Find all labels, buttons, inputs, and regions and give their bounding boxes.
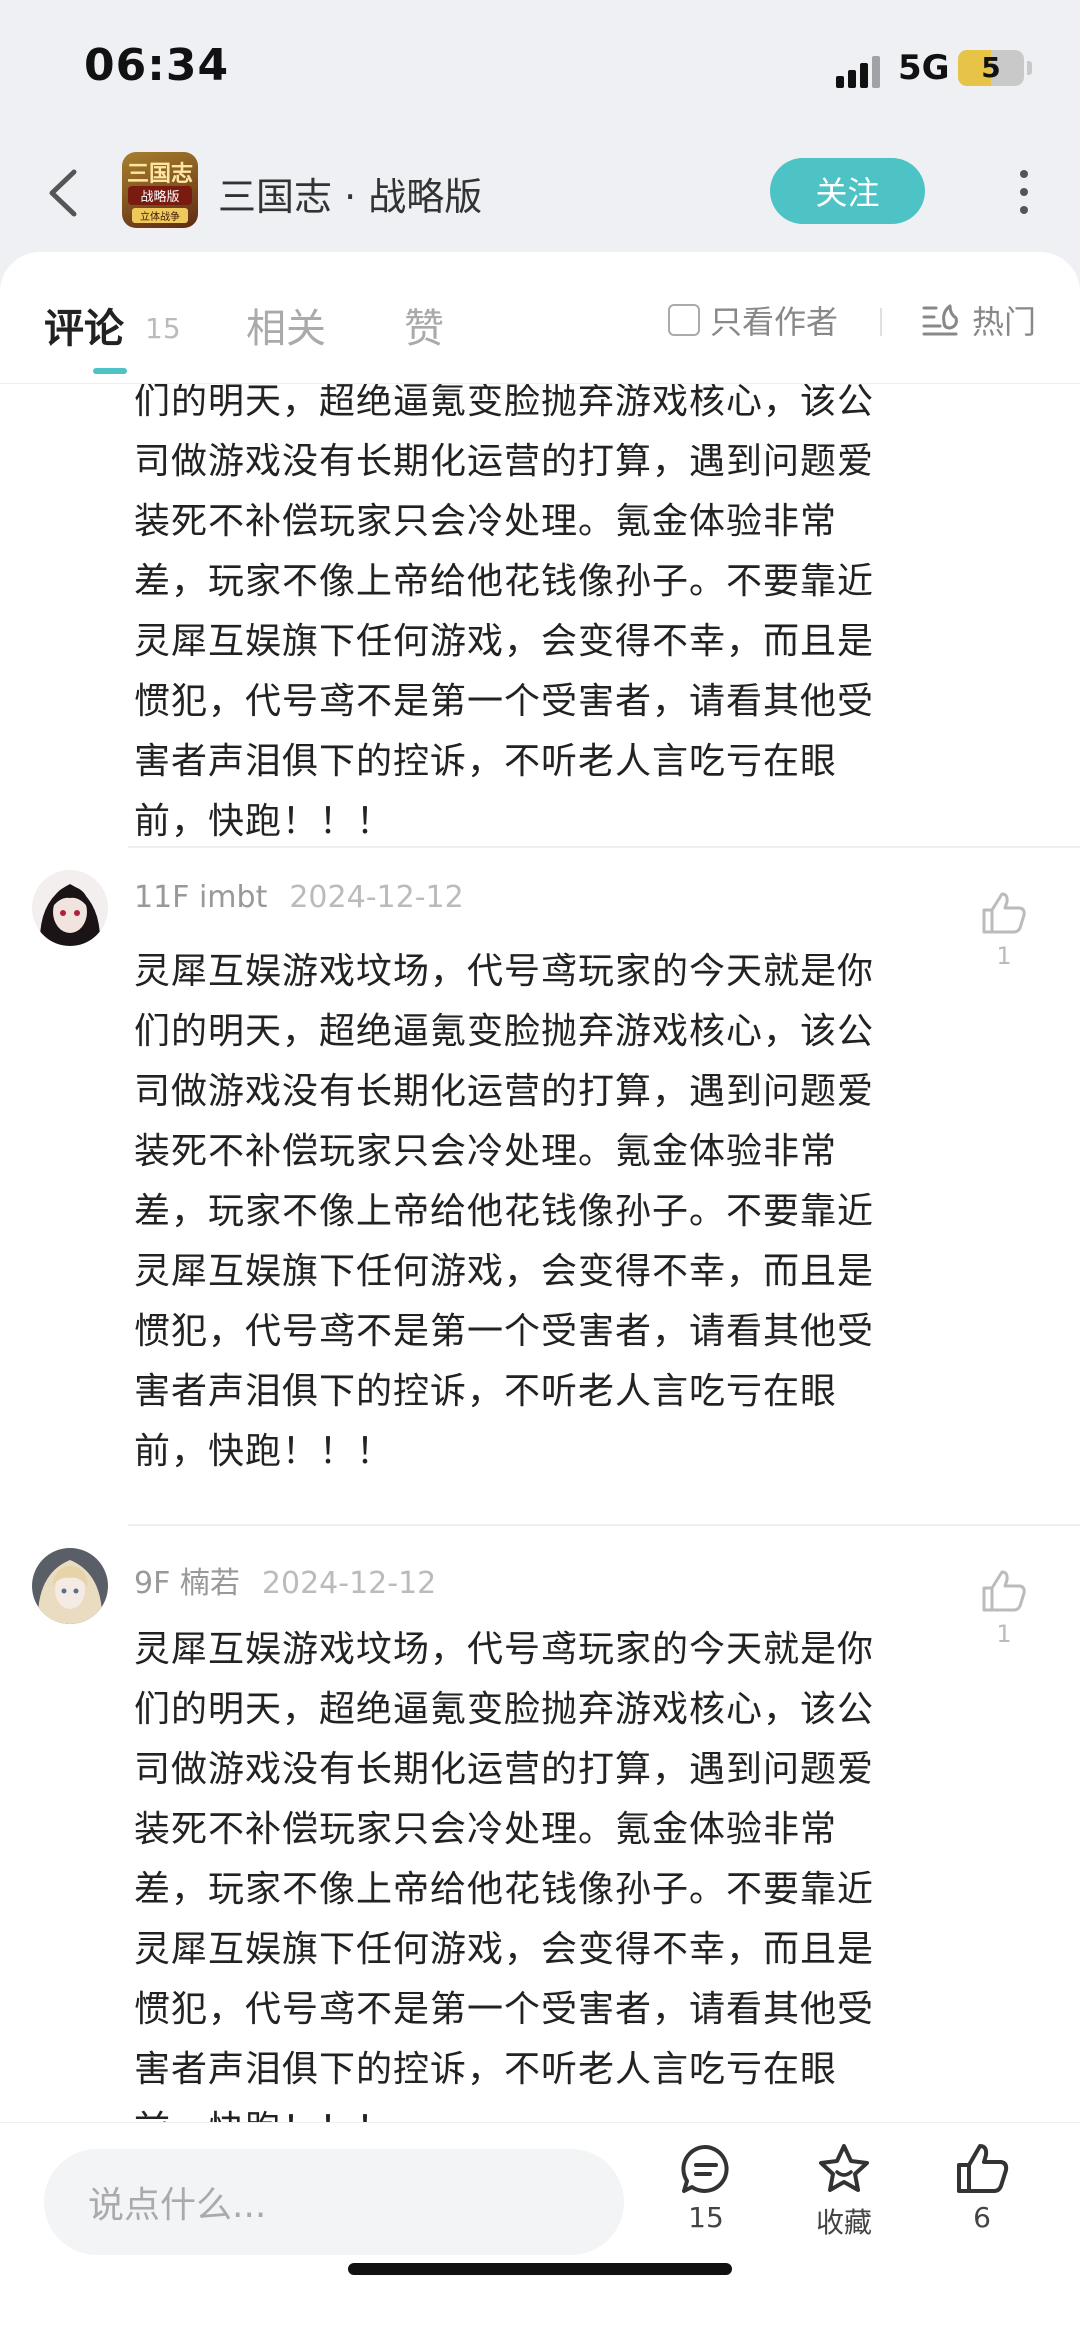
- checkbox-icon[interactable]: [668, 304, 700, 336]
- comment-line: 装死不补偿玩家只会冷处理。氪金体验非常: [134, 1809, 838, 1850]
- comment-line: 司做游戏没有长期化运营的打算，遇到问题爱: [134, 1749, 875, 1790]
- tab-comments[interactable]: 评论: [44, 296, 124, 354]
- comment-line: 差，玩家不像上帝给他花钱像孙子。不要靠近: [134, 561, 875, 602]
- tab-bar: 评论 15 相关 赞 只看作者 热门: [0, 252, 1080, 384]
- user-avatar-image: [32, 1548, 108, 1624]
- comment-meta: 9F 楠若 2024-12-12: [134, 1558, 436, 1602]
- battery-tip: [1027, 61, 1032, 75]
- thumbs-up-icon: [982, 1570, 1026, 1612]
- author-only-label: 只看作者: [710, 303, 839, 341]
- comment-line: 前，快跑！！！: [134, 1431, 394, 1472]
- battery-icon: 5: [958, 50, 1024, 86]
- comment-line: 司做游戏没有长期化运营的打算，遇到问题爱: [134, 1071, 875, 1112]
- comment-line: 惯犯，代号鸢不是第一个受害者，请看其他受: [134, 1311, 875, 1352]
- comment-line: 司做游戏没有长期化运营的打算，遇到问题爱: [134, 441, 875, 482]
- comment-count-label: 15: [688, 2201, 724, 2234]
- comment-date: 2024-12-12: [261, 1566, 437, 1601]
- follow-button[interactable]: 关注: [770, 158, 925, 224]
- comment-line: 害者声泪俱下的控诉，不听老人言吃亏在眼: [134, 2049, 838, 2090]
- comment-meta: 11F imbt 2024-12-12: [134, 880, 464, 915]
- comment-line: 们的明天，超绝逼氪变脸抛弃游戏核心，该公: [134, 384, 875, 422]
- like-button[interactable]: 6: [932, 2141, 1032, 2234]
- user-avatar-image: [32, 870, 108, 946]
- comment-line: 灵犀互娱旗下任何游戏，会变得不幸，而且是: [134, 621, 875, 662]
- page-header: 三国志 战略版 立体战争 三国志 · 战略版 关注: [0, 130, 1080, 255]
- like-count-label: 6: [973, 2201, 991, 2234]
- comment-line: 害者声泪俱下的控诉，不听老人言吃亏在眼: [134, 1371, 838, 1412]
- sort-hot-button[interactable]: 热门: [920, 300, 1037, 341]
- avatar[interactable]: [32, 1548, 108, 1624]
- favorite-button[interactable]: 收藏: [794, 2141, 894, 2241]
- favorite-label: 收藏: [815, 2206, 872, 2239]
- comment-text: 灵犀互娱游戏坟场，代号鸢玩家的今天就是你 们的明天，超绝逼氪变脸抛弃游戏核心，该…: [134, 1620, 934, 2122]
- comment-date: 2024-12-12: [289, 880, 464, 915]
- more-options-button[interactable]: [1010, 168, 1040, 218]
- network-type: 5G: [898, 48, 950, 88]
- comment-line: 灵犀互娱游戏坟场，代号鸢玩家的今天就是你: [134, 1629, 875, 1670]
- comment-line: 前，快跑！！！: [134, 2100, 934, 2122]
- comment-line: 惯犯，代号鸢不是第一个受害者，请看其他受: [134, 681, 875, 722]
- comment-line: 们的明天，超绝逼氪变脸抛弃游戏核心，该公: [134, 1011, 875, 1052]
- battery-level: 5: [981, 51, 1001, 84]
- comment-line: 前，快跑！！！: [134, 801, 394, 842]
- comment-line: 灵犀互娱旗下任何游戏，会变得不幸，而且是: [134, 1929, 875, 1970]
- star-icon: [819, 2144, 869, 2192]
- back-button[interactable]: [40, 160, 90, 226]
- thumbs-up-icon: [957, 2144, 1009, 2193]
- status-bar: 06:34 5G 5: [0, 0, 1080, 130]
- comment-line: 装死不补偿玩家只会冷处理。氪金体验非常: [134, 1131, 838, 1172]
- comment-author[interactable]: 11F imbt: [134, 880, 267, 915]
- comment-line: 灵犀互娱游戏坟场，代号鸢玩家的今天就是你: [134, 951, 875, 992]
- comment-line: 们的明天，超绝逼氪变脸抛弃游戏核心，该公: [134, 1689, 875, 1730]
- comments-sheet: 评论 15 相关 赞 只看作者 热门 们的明天，超绝逼氪变脸抛弃游戏核心，该公 …: [0, 252, 1080, 2337]
- comment-like-button[interactable]: 1: [976, 1568, 1032, 1648]
- tab-related[interactable]: 相关: [246, 296, 326, 354]
- comment-text: 灵犀互娱游戏坟场，代号鸢玩家的今天就是你 们的明天，超绝逼氪变脸抛弃游戏核心，该…: [134, 942, 934, 1482]
- page-title[interactable]: 三国志 · 战略版: [218, 166, 482, 221]
- previous-comment-text: 们的明天，超绝逼氪变脸抛弃游戏核心，该公 司做游戏没有长期化运营的打算，遇到问题…: [134, 384, 934, 852]
- status-time: 06:34: [84, 40, 230, 91]
- comment-list[interactable]: 们的明天，超绝逼氪变脸抛弃游戏核心，该公 司做游戏没有长期化运营的打算，遇到问题…: [0, 384, 1080, 2122]
- comment-line: 灵犀互娱旗下任何游戏，会变得不幸，而且是: [134, 1251, 875, 1292]
- signal-icon: [836, 54, 886, 88]
- chevron-left-icon: [49, 169, 77, 217]
- comment-like-count: 1: [996, 1620, 1012, 1648]
- comment-input[interactable]: 说点什么...: [44, 2149, 624, 2255]
- comment-like-count: 1: [996, 942, 1012, 970]
- app-icon-line3: 立体战争: [132, 208, 188, 223]
- bottom-action-bar: 说点什么... 15 收藏 6: [0, 2122, 1080, 2337]
- author-only-toggle[interactable]: 只看作者: [668, 300, 839, 341]
- sort-label: 热门: [972, 303, 1037, 341]
- comment-bubble-icon: [681, 2144, 729, 2193]
- thumbs-up-icon: [982, 892, 1026, 934]
- comment-line: 惯犯，代号鸢不是第一个受害者，请看其他受: [134, 1989, 875, 2030]
- app-icon-line1: 三国志: [126, 161, 193, 187]
- comment-divider: [128, 1524, 1080, 1526]
- comment-count-button[interactable]: 15: [656, 2141, 756, 2234]
- avatar[interactable]: [32, 870, 108, 946]
- sort-icon: [922, 304, 958, 336]
- comment-line: 差，玩家不像上帝给他花钱像孙子。不要靠近: [134, 1191, 875, 1232]
- comment-author[interactable]: 9F 楠若: [134, 1566, 240, 1601]
- app-icon[interactable]: 三国志 战略版 立体战争: [122, 152, 198, 228]
- comment-like-button[interactable]: 1: [976, 890, 1032, 970]
- comment-line: 害者声泪俱下的控诉，不听老人言吃亏在眼: [134, 741, 838, 782]
- tab-likes[interactable]: 赞: [404, 296, 444, 354]
- home-indicator[interactable]: [348, 2263, 732, 2275]
- comment-line: 装死不补偿玩家只会冷处理。氪金体验非常: [134, 501, 838, 542]
- divider: [880, 308, 882, 336]
- tab-comments-count: 15: [145, 312, 181, 345]
- comment-divider: [128, 846, 1080, 848]
- active-tab-indicator: [93, 368, 127, 374]
- app-icon-line2: 战略版: [128, 186, 192, 205]
- comment-line: 差，玩家不像上帝给他花钱像孙子。不要靠近: [134, 1869, 875, 1910]
